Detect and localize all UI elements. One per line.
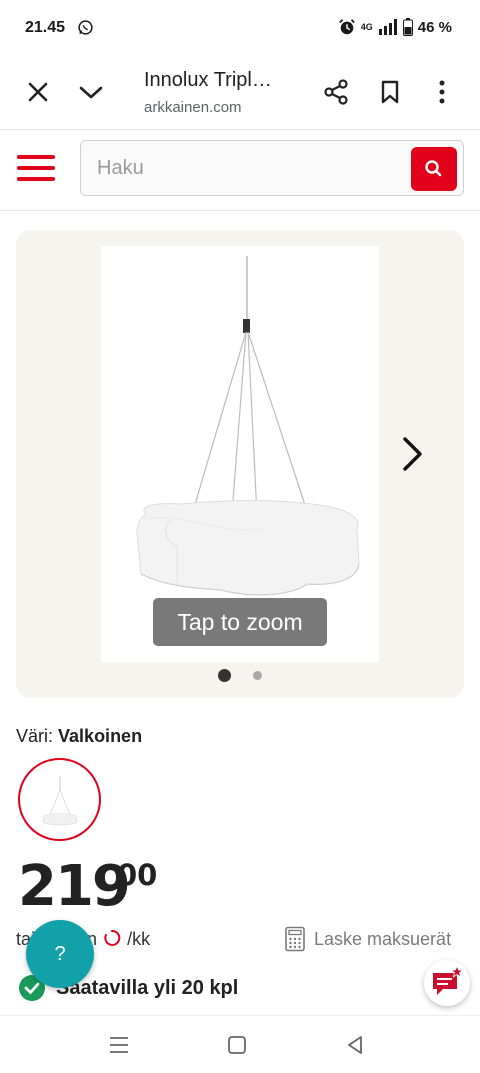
color-swatch-white[interactable] — [18, 758, 101, 841]
price-integer: 219 — [18, 854, 131, 919]
page-url[interactable]: arkkainen.com — [144, 99, 242, 116]
price-decimals: 00 — [117, 858, 158, 892]
bookmark-icon[interactable] — [376, 78, 404, 106]
loading-spinner-icon — [104, 929, 121, 946]
alarm-icon — [338, 19, 355, 35]
calculator-icon — [285, 926, 305, 952]
battery-label: 46 % — [417, 18, 452, 36]
monthly-suffix: /kk — [127, 929, 151, 949]
home-icon[interactable] — [227, 1035, 247, 1055]
status-time: 21.45 — [25, 19, 66, 36]
site-header — [0, 131, 480, 211]
chat-icon — [433, 964, 464, 995]
search-bar — [80, 140, 464, 196]
system-navigation-bar — [0, 1015, 480, 1073]
availability-label: Saatavilla yli 20 kpl — [56, 976, 239, 999]
share-icon[interactable] — [322, 78, 350, 106]
search-input[interactable] — [97, 153, 397, 183]
close-icon[interactable] — [24, 78, 52, 106]
installments-label: Laske maksuerät — [314, 928, 452, 949]
product-price: 219 00 — [18, 852, 157, 922]
signal-icon — [378, 19, 397, 35]
next-image-arrow-icon[interactable] — [398, 434, 428, 474]
color-label: Väri: — [16, 726, 54, 746]
gallery-dot[interactable] — [253, 671, 262, 680]
battery-icon — [402, 18, 413, 36]
search-icon — [425, 160, 442, 177]
status-bar: 21.45 4G 46 % — [0, 0, 480, 58]
color-selector-label: Väri: Valkoinen — [16, 726, 142, 747]
page-title: Innolux Tripl… — [144, 69, 272, 91]
tap-to-zoom-label[interactable]: Tap to zoom — [153, 598, 327, 646]
chevron-down-icon[interactable] — [77, 78, 105, 106]
help-button[interactable]: ? — [26, 920, 94, 988]
network-label: 4G — [360, 22, 373, 32]
search-button[interactable] — [411, 147, 457, 191]
chat-button[interactable] — [424, 960, 470, 1006]
installments-link[interactable]: Laske maksuerät — [284, 926, 451, 952]
product-gallery: Tap to zoom — [16, 230, 464, 698]
status-icons: 4G 46 % — [338, 18, 452, 36]
menu-icon[interactable] — [17, 155, 55, 183]
browser-toolbar: Innolux Tripl… arkkainen.com — [0, 58, 480, 130]
more-options-icon[interactable] — [428, 78, 456, 106]
recent-apps-icon[interactable] — [108, 1035, 130, 1055]
swatch-thumbnail — [42, 776, 78, 826]
gallery-dot-active[interactable] — [218, 669, 231, 682]
back-icon[interactable] — [345, 1034, 365, 1056]
color-value: Valkoinen — [58, 726, 143, 746]
whatsapp-icon — [78, 20, 93, 35]
